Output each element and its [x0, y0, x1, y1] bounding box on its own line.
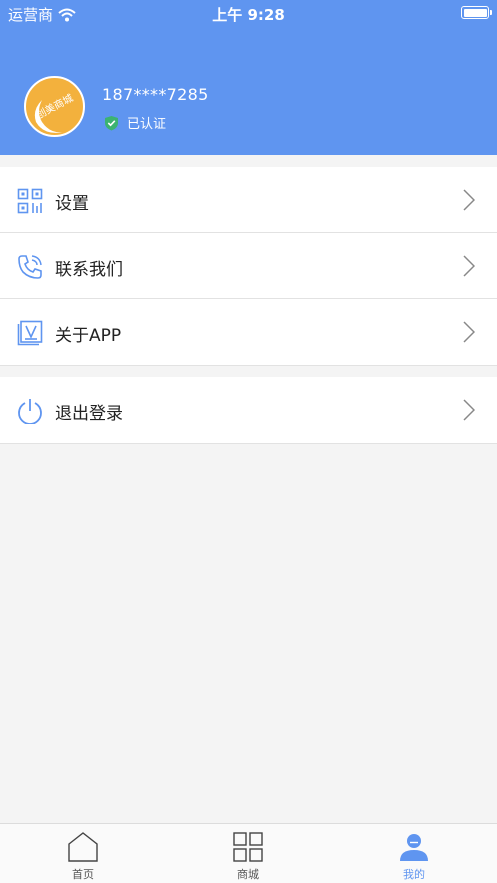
grid-icon — [233, 832, 263, 862]
phone-icon — [18, 255, 42, 279]
menu-label-contact: 联系我们 — [55, 260, 123, 280]
menu-item-contact[interactable]: 联系我们 — [0, 233, 497, 299]
status-bar: 运营商 上午 9:28 — [0, 0, 497, 28]
menu-group-main: 设置 联系我们 关于APP — [0, 167, 497, 366]
menu-item-logout[interactable]: 退出登录 — [0, 377, 497, 443]
qrcode-icon — [17, 188, 43, 214]
chevron-right-icon — [463, 399, 475, 421]
verified-status: 已认证 — [104, 113, 166, 132]
battery-icon — [461, 6, 492, 19]
user-phone: 187****7285 — [102, 85, 209, 104]
user-icon — [400, 834, 428, 861]
menu-label-about: 关于APP — [55, 326, 122, 346]
tab-bar: 首页 商城 我的 — [0, 823, 497, 883]
profile-header: 运营商 上午 9:28 创美商城 187****7285 已认证 — [0, 0, 497, 155]
about-icon — [17, 320, 43, 346]
menu-item-settings[interactable]: 设置 — [0, 167, 497, 233]
menu-label-settings: 设置 — [55, 194, 89, 214]
chevron-right-icon — [463, 255, 475, 277]
menu-item-about[interactable]: 关于APP — [0, 299, 497, 365]
menu-label-logout: 退出登录 — [55, 404, 123, 424]
verified-label: 已认证 — [127, 117, 167, 132]
tab-label-home: 首页 — [72, 868, 94, 881]
tab-mine[interactable]: 我的 — [364, 824, 464, 883]
menu-group-logout: 退出登录 — [0, 377, 497, 444]
tab-mall[interactable]: 商城 — [198, 824, 298, 883]
clock: 上午 9:28 — [212, 6, 285, 24]
chevron-right-icon — [463, 321, 475, 343]
tab-label-mine: 我的 — [403, 868, 425, 881]
verified-shield-icon — [105, 115, 118, 130]
avatar[interactable]: 创美商城 — [24, 76, 85, 137]
tab-home[interactable]: 首页 — [33, 824, 133, 883]
home-icon — [68, 832, 98, 862]
tab-label-mall: 商城 — [237, 868, 259, 881]
power-icon — [18, 399, 42, 424]
chevron-right-icon — [463, 189, 475, 211]
